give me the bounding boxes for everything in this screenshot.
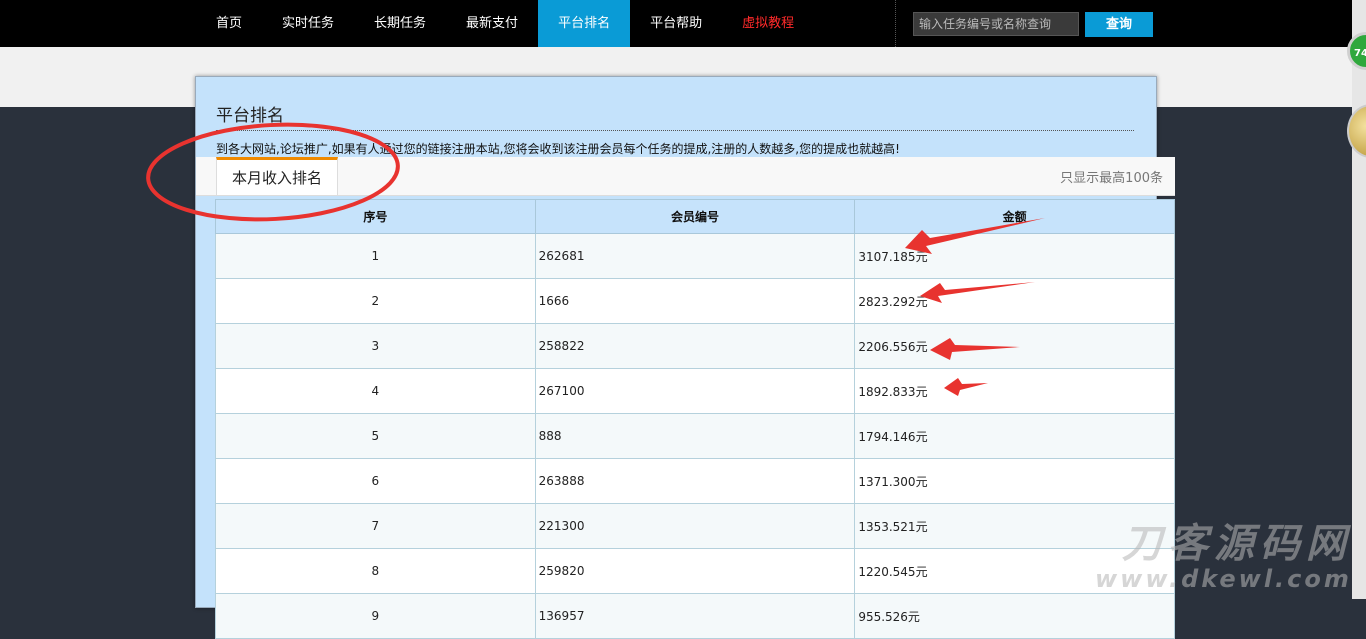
nav-item-home[interactable]: 首页 <box>196 0 262 47</box>
nav-item-platform-help[interactable]: 平台帮助 <box>630 0 722 47</box>
column-header-amount: 金额 <box>854 199 1175 234</box>
amount-cell: 1371.300元 <box>854 458 1175 504</box>
table-row: 9 136957 955.526元 <box>215 593 1175 639</box>
nav-item-long-term-tasks[interactable]: 长期任务 <box>354 0 446 47</box>
floating-coin-icon[interactable] <box>1347 104 1366 158</box>
ranking-table: 序号 会员编号 金额 1 262681 3107.185元 2 1666 282… <box>215 199 1175 639</box>
nav-item-realtime-tasks[interactable]: 实时任务 <box>262 0 354 47</box>
rank-cell: 5 <box>215 413 536 459</box>
amount-cell: 2823.292元 <box>854 278 1175 324</box>
table-row: 2 1666 2823.292元 <box>215 278 1175 324</box>
nav-item-latest-payments[interactable]: 最新支付 <box>446 0 538 47</box>
table-row: 1 262681 3107.185元 <box>215 233 1175 279</box>
tab-bar: 本月收入排名 只显示最高100条 <box>196 157 1175 196</box>
rank-cell: 2 <box>215 278 536 324</box>
amount-cell: 1794.146元 <box>854 413 1175 459</box>
page-title: 平台排名 <box>216 101 1134 131</box>
table-row: 3 258822 2206.556元 <box>215 323 1175 369</box>
rank-cell: 4 <box>215 368 536 414</box>
display-limit-note: 只显示最高100条 <box>1060 171 1163 186</box>
rank-cell: 7 <box>215 503 536 549</box>
rank-cell: 1 <box>215 233 536 279</box>
table-row: 8 259820 1220.545元 <box>215 548 1175 594</box>
top-navbar: 首页 实时任务 长期任务 最新支付 平台排名 平台帮助 虚拟教程 查询 <box>0 0 1366 47</box>
rank-cell: 8 <box>215 548 536 594</box>
column-header-member-id: 会员编号 <box>534 199 856 234</box>
watermark-url: www.dkewl.com <box>1095 565 1352 593</box>
promotion-intro-text: 到各大网站,论坛推广,如果有人通过您的链接注册本站,您将会收到该注册会员每个任务… <box>216 142 900 156</box>
member-id-cell: 267100 <box>534 368 856 414</box>
member-id-cell: 258822 <box>534 323 856 369</box>
member-id-cell: 1666 <box>534 278 856 324</box>
member-id-cell: 262681 <box>534 233 856 279</box>
nav-item-virtual-tutorial[interactable]: 虚拟教程 <box>722 0 814 47</box>
search-button[interactable]: 查询 <box>1085 12 1153 37</box>
watermark-title: 刀客源码网 <box>1121 521 1352 567</box>
rank-cell: 6 <box>215 458 536 504</box>
member-id-cell: 888 <box>534 413 856 459</box>
member-id-cell: 136957 <box>534 593 856 639</box>
search-divider <box>895 0 896 47</box>
table-row: 5 888 1794.146元 <box>215 413 1175 459</box>
rank-cell: 3 <box>215 323 536 369</box>
main-nav: 首页 实时任务 长期任务 最新支付 平台排名 平台帮助 虚拟教程 <box>196 0 814 47</box>
column-header-rank: 序号 <box>215 199 536 234</box>
amount-cell: 955.526元 <box>854 593 1175 639</box>
tab-monthly-income-ranking[interactable]: 本月收入排名 <box>216 157 339 195</box>
amount-cell: 3107.185元 <box>854 233 1175 279</box>
page-scrollbar[interactable] <box>1352 0 1366 599</box>
member-id-cell: 221300 <box>534 503 856 549</box>
table-header-row: 序号 会员编号 金额 <box>215 199 1175 234</box>
table-row: 7 221300 1353.521元 <box>215 503 1175 549</box>
rank-cell: 9 <box>215 593 536 639</box>
table-row: 6 263888 1371.300元 <box>215 458 1175 504</box>
member-id-cell: 263888 <box>534 458 856 504</box>
amount-cell: 1892.833元 <box>854 368 1175 414</box>
table-row: 4 267100 1892.833元 <box>215 368 1175 414</box>
search-input[interactable] <box>913 12 1079 36</box>
amount-cell: 2206.556元 <box>854 323 1175 369</box>
member-id-cell: 259820 <box>534 548 856 594</box>
watermark: 刀客源码网 www.dkewl.com <box>1095 522 1352 592</box>
nav-item-platform-ranking[interactable]: 平台排名 <box>538 0 631 47</box>
